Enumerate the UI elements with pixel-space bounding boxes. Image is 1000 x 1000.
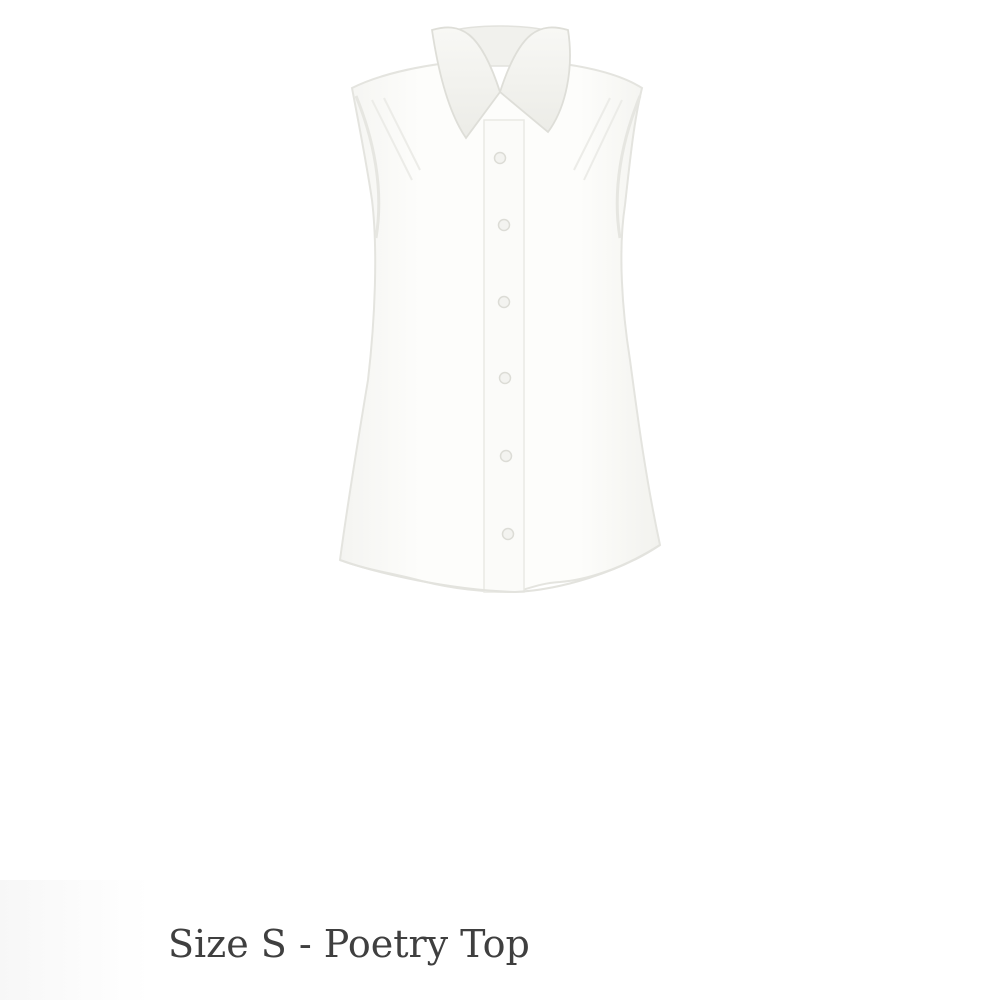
product-title[interactable]: Size S - Poetry Top — [168, 916, 530, 972]
product-page: Size S - Poetry Top — [0, 0, 1000, 1000]
product-image[interactable] — [0, 0, 1000, 880]
shirt-icon — [338, 25, 662, 594]
